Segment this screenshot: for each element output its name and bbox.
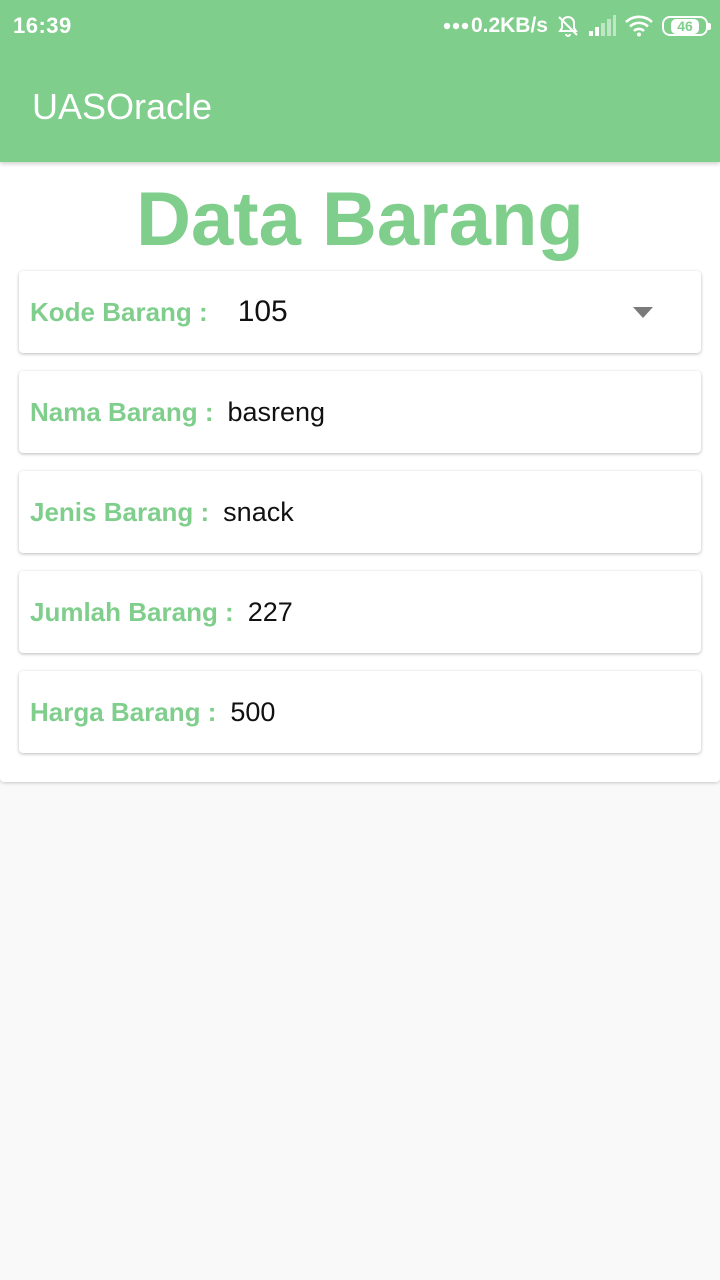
jumlah-barang-field: Jumlah Barang : 227	[19, 571, 701, 653]
harga-barang-label: Harga Barang :	[30, 696, 217, 727]
status-time: 16:39	[13, 13, 72, 38]
page-heading: Data Barang	[136, 177, 584, 262]
harga-barang-value: 500	[230, 696, 276, 727]
status-icons: 0.2KB/s 46	[443, 12, 711, 40]
battery-icon: 46	[662, 16, 711, 36]
nama-barang-label: Nama Barang :	[30, 396, 214, 427]
app-header: 16:39 0.2KB/s 46 UASOracle	[0, 0, 720, 162]
battery-level: 46	[671, 18, 699, 34]
jenis-barang-field: Jenis Barang : snack	[19, 471, 701, 553]
nama-barang-value: basreng	[227, 396, 326, 427]
jumlah-barang-value: 227	[247, 596, 293, 627]
kode-barang-field[interactable]: Kode Barang : 105	[19, 271, 701, 353]
mute-bell-icon	[556, 14, 580, 38]
signal-icon	[588, 15, 616, 37]
dots-icon	[443, 22, 469, 30]
harga-barang-field: Harga Barang : 500	[19, 671, 701, 753]
jumlah-barang-label: Jumlah Barang :	[30, 596, 234, 627]
kode-barang-label: Kode Barang :	[30, 296, 208, 327]
data-card: Data Barang Kode Barang : 105 Nama Baran…	[0, 162, 720, 782]
dropdown-arrow-icon[interactable]	[633, 307, 653, 318]
nama-barang-field: Nama Barang : basreng	[19, 371, 701, 453]
app-title: UASOracle	[32, 86, 213, 127]
jenis-barang-label: Jenis Barang :	[30, 496, 210, 527]
jenis-barang-value: snack	[223, 496, 294, 527]
kode-barang-spinner[interactable]: 105	[238, 295, 288, 329]
wifi-icon	[624, 15, 654, 37]
status-bar: 16:39 0.2KB/s 46	[0, 0, 720, 52]
network-speed: 0.2KB/s	[470, 14, 548, 37]
